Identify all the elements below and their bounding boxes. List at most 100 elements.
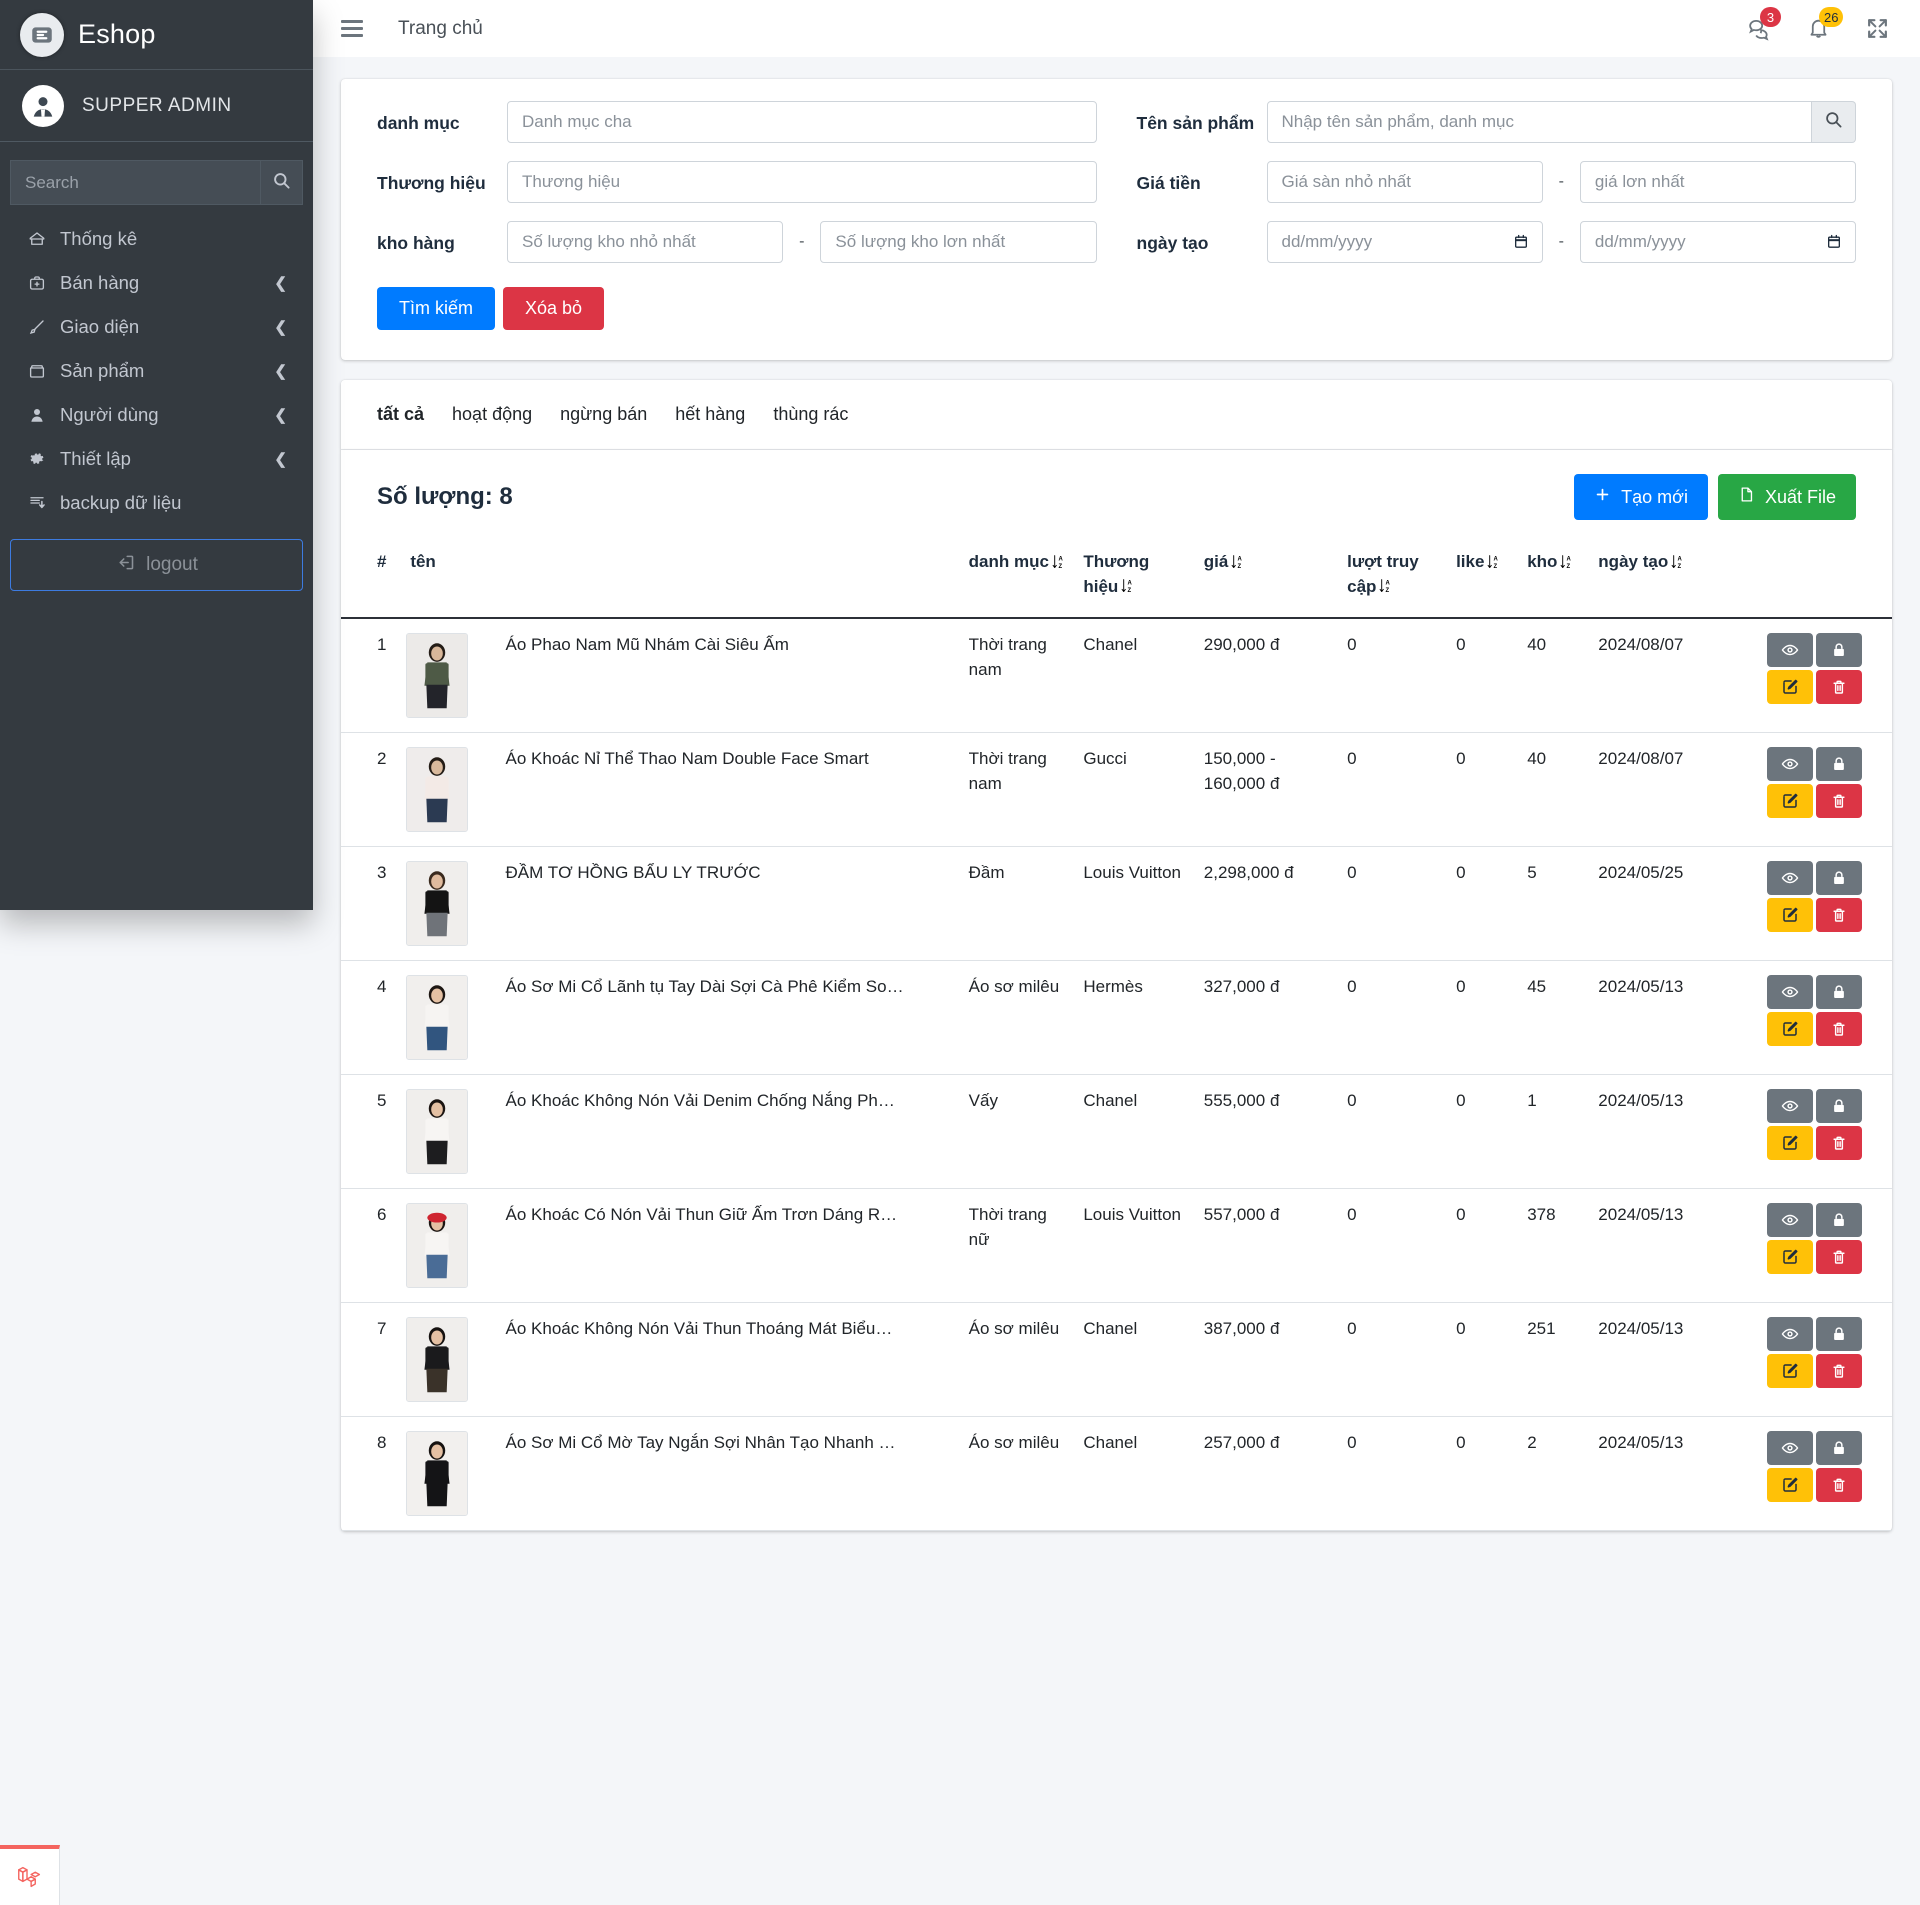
tab-het-hang[interactable]: hết hàng: [675, 404, 745, 425]
view-button[interactable]: [1767, 861, 1813, 896]
row-product-name[interactable]: Áo Khoác Nỉ Thể Thao Nam Double Face Sma…: [497, 732, 961, 848]
filter-brand-input[interactable]: [507, 161, 1097, 203]
product-thumbnail[interactable]: [406, 633, 469, 719]
row-product-name[interactable]: Áo Khoác Có Nón Vải Thun Giữ Ấm Trơn Dán…: [497, 1188, 961, 1304]
col-created[interactable]: ngày tạo A Z: [1590, 536, 1740, 620]
delete-button[interactable]: [1816, 1126, 1862, 1161]
tab-hoat-dong[interactable]: hoạt động: [452, 404, 532, 425]
nav-home-link[interactable]: Trang chủ: [398, 18, 483, 40]
lock-button[interactable]: [1816, 633, 1862, 668]
tab-tat-ca[interactable]: tất cả: [377, 404, 424, 425]
product-thumbnail[interactable]: [406, 1431, 469, 1517]
edit-button[interactable]: [1767, 1126, 1813, 1161]
edit-button[interactable]: [1767, 784, 1813, 819]
product-thumbnail[interactable]: [406, 861, 469, 947]
sidebar-item-ban-hang[interactable]: Bán hàng ❮: [10, 261, 303, 305]
lock-button[interactable]: [1816, 1089, 1862, 1124]
sidebar-item-thong-ke[interactable]: Thống kê: [10, 217, 303, 261]
table-row[interactable]: 5 Áo Khoác Không Nón Vải Denim Chống Nắn…: [341, 1074, 1892, 1190]
col-price[interactable]: giá A Z: [1195, 536, 1340, 620]
logout-label: logout: [146, 554, 198, 575]
row-product-name[interactable]: Áo Sơ Mi Cổ Lãnh tụ Tay Dài Sợi Cà Phê K…: [497, 960, 961, 1076]
search-button[interactable]: Tìm kiếm: [377, 287, 495, 330]
bell-icon[interactable]: 26: [1806, 7, 1844, 41]
row-product-name[interactable]: Áo Khoác Không Nón Vải Thun Thoáng Mát B…: [497, 1302, 961, 1418]
table-row[interactable]: 2 Áo Khoác Nỉ Thể Thao Nam Double Face S…: [341, 732, 1892, 848]
lock-button[interactable]: [1816, 1431, 1862, 1466]
tab-thung-rac[interactable]: thùng rác: [773, 404, 848, 425]
sidebar-search-input[interactable]: [10, 160, 260, 205]
lock-button[interactable]: [1816, 975, 1862, 1010]
delete-button[interactable]: [1816, 1354, 1862, 1389]
delete-button[interactable]: [1816, 1240, 1862, 1275]
row-product-name[interactable]: Áo Sơ Mi Cổ Mờ Tay Ngắn Sợi Nhân Tạo Nha…: [497, 1416, 961, 1532]
table-row[interactable]: 4 Áo Sơ Mi Cổ Lãnh tụ Tay Dài Sợi Cà Phê…: [341, 960, 1892, 1076]
table-row[interactable]: 3 ĐẦM TƠ HỒNG BẨU LY TRƯỚC Đầm Louis Vui…: [341, 846, 1892, 962]
table-row[interactable]: 6 Áo Khoác Có Nón Vải Thun Giữ Ấm Trơn D…: [341, 1188, 1892, 1304]
delete-button[interactable]: [1816, 784, 1862, 819]
user-panel[interactable]: SUPPER ADMIN: [0, 70, 313, 142]
filter-stock-min-input[interactable]: [507, 221, 784, 263]
lock-button[interactable]: [1816, 747, 1862, 782]
edit-button[interactable]: [1767, 1354, 1813, 1389]
col-likes[interactable]: like A Z: [1448, 536, 1520, 620]
lock-button[interactable]: [1816, 861, 1862, 896]
table-row[interactable]: 8 Áo Sơ Mi Cổ Mờ Tay Ngắn Sợi Nhân Tạo N…: [341, 1416, 1892, 1532]
product-thumbnail[interactable]: [406, 1203, 469, 1289]
col-brand[interactable]: Thương hiệu A Z: [1075, 536, 1196, 620]
edit-button[interactable]: [1767, 898, 1813, 933]
lock-button[interactable]: [1816, 1203, 1862, 1238]
logout-button[interactable]: logout: [10, 539, 303, 591]
view-button[interactable]: [1767, 975, 1813, 1010]
filter-category-input[interactable]: [507, 101, 1097, 143]
table-row[interactable]: 1 Áo Phao Nam Mũ Nhám Cài Siêu Ấm Thời t…: [341, 618, 1892, 734]
filter-product-search-button[interactable]: [1811, 101, 1856, 143]
hamburger-icon[interactable]: [341, 20, 363, 37]
product-thumbnail[interactable]: [406, 1089, 469, 1175]
row-product-name[interactable]: Áo Khoác Không Nón Vải Denim Chống Nắng …: [497, 1074, 961, 1190]
edit-button[interactable]: [1767, 670, 1813, 705]
sidebar-search-button[interactable]: [260, 160, 303, 205]
edit-button[interactable]: [1767, 1240, 1813, 1275]
col-category[interactable]: danh mục A Z: [960, 536, 1076, 620]
view-button[interactable]: [1767, 633, 1813, 668]
sidebar-item-nguoi-dung[interactable]: Người dùng ❮: [10, 393, 303, 437]
view-button[interactable]: [1767, 1317, 1813, 1352]
filter-date-to-input[interactable]: [1579, 221, 1857, 263]
col-views[interactable]: lượt truy cập A Z: [1339, 536, 1449, 620]
delete-button[interactable]: [1816, 1012, 1862, 1047]
sidebar-item-san-pham[interactable]: Sản phẩm ❮: [10, 349, 303, 393]
view-button[interactable]: [1767, 1203, 1813, 1238]
sidebar-item-backup[interactable]: backup dữ liệu: [10, 481, 303, 525]
delete-button[interactable]: [1816, 670, 1862, 705]
edit-button[interactable]: [1767, 1012, 1813, 1047]
col-stock[interactable]: kho A Z: [1519, 536, 1591, 620]
brand-header[interactable]: Eshop: [0, 0, 313, 70]
sidebar-item-thiet-lap[interactable]: Thiết lập ❮: [10, 437, 303, 481]
tab-ngung-ban[interactable]: ngừng bán: [560, 404, 647, 425]
product-thumbnail[interactable]: [406, 1317, 469, 1403]
filter-stock-max-input[interactable]: [820, 221, 1097, 263]
filter-product-name-input[interactable]: [1266, 101, 1812, 143]
row-product-name[interactable]: Áo Phao Nam Mũ Nhám Cài Siêu Ấm: [497, 618, 961, 734]
delete-button[interactable]: [1816, 1468, 1862, 1503]
table-row[interactable]: 7 Áo Khoác Không Nón Vải Thun Thoáng Mát…: [341, 1302, 1892, 1418]
filter-price-min-input[interactable]: [1266, 161, 1543, 203]
export-file-button[interactable]: Xuất File: [1717, 474, 1856, 520]
product-thumbnail[interactable]: [406, 975, 469, 1061]
sidebar-item-giao-dien[interactable]: Giao diện ❮: [10, 305, 303, 349]
fullscreen-expand-icon[interactable]: [1865, 16, 1890, 41]
view-button[interactable]: [1767, 747, 1813, 782]
view-button[interactable]: [1767, 1089, 1813, 1124]
clear-button[interactable]: Xóa bỏ: [503, 287, 605, 330]
chat-icon[interactable]: 3: [1747, 7, 1781, 41]
create-new-button[interactable]: Tạo mới: [1574, 474, 1708, 520]
delete-button[interactable]: [1816, 898, 1862, 933]
filter-date-from-input[interactable]: [1266, 221, 1543, 263]
edit-button[interactable]: [1767, 1468, 1813, 1503]
view-button[interactable]: [1767, 1431, 1813, 1466]
filter-price-max-input[interactable]: [1579, 161, 1857, 203]
product-thumbnail[interactable]: [406, 747, 469, 833]
lock-button[interactable]: [1816, 1317, 1862, 1352]
row-product-name[interactable]: ĐẦM TƠ HỒNG BẨU LY TRƯỚC: [497, 846, 961, 962]
